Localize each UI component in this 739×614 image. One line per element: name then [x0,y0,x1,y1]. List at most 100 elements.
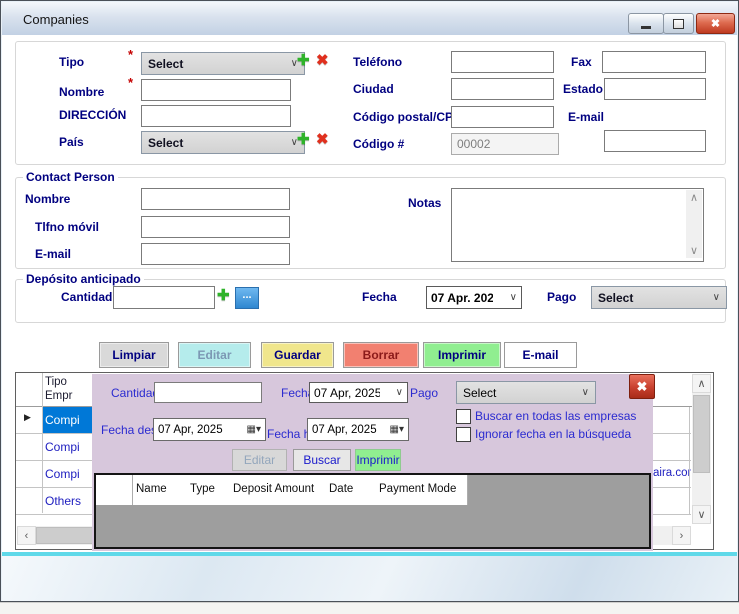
fecha-hasta-value: 07 Apr, 2025 [312,424,377,436]
nombre-required-mark: * [128,75,133,90]
contact-nombre-input[interactable] [141,188,290,210]
scrollbar-thumb[interactable] [693,395,710,473]
contact-email-input[interactable] [141,243,290,265]
grid-row-2[interactable]: Compi [45,467,93,481]
scroll-left-icon[interactable]: ‹ [17,526,36,545]
maximize-button[interactable] [663,13,694,34]
calendar-dropdown-button[interactable]: ▦▾ [390,424,404,435]
tipo-select-value: Select [148,57,183,71]
deposits-col-name[interactable]: Name [133,475,190,505]
pais-select[interactable]: Select ∨ [141,131,305,154]
pago-select-value: Select [598,291,633,305]
calendar-arrow-icon: ▾ [399,424,404,435]
notas-scrollbar[interactable]: ∧ ∨ [686,190,702,258]
add-pais-icon[interactable]: ✚ [297,130,310,148]
pais-select-value: Select [148,136,183,150]
codigo-postal-label: Código postal/CP [353,110,453,124]
scroll-down-icon[interactable]: ∨ [692,505,711,524]
minimize-button[interactable] [628,13,664,34]
grid-row-3[interactable]: Others [45,494,93,508]
fecha-label: Fecha [362,290,397,304]
telefono-input[interactable] [451,51,554,73]
limpiar-button[interactable]: Limpiar [99,342,169,368]
cantidad-input[interactable] [113,286,215,309]
deposits-col-deposit-amount[interactable]: Deposit Amount [230,475,329,505]
deposits-grid[interactable]: Name Type Deposit Amount Date Payment Mo… [94,473,651,549]
guardar-button[interactable]: Guardar [261,342,334,368]
delete-pais-icon[interactable]: ✖ [316,130,329,148]
add-tipo-icon[interactable]: ✚ [297,51,310,69]
deposits-col-date[interactable]: Date [326,475,379,505]
contact-tlfno-input[interactable] [141,216,290,238]
popup-cantidad-input[interactable] [154,382,262,403]
email-input[interactable] [604,130,706,152]
tipo-required-mark: * [128,47,133,62]
grid-email-cell[interactable]: aira.com [653,467,691,479]
fecha-hasta-picker[interactable]: 07 Apr, 2025 ▦▾ [307,418,409,441]
calendar-icon: ▦ [390,424,399,435]
scroll-right-icon[interactable]: › [672,526,691,545]
scroll-up-icon[interactable]: ∧ [692,374,711,393]
direccion-input[interactable] [141,105,291,127]
deposits-col-type[interactable]: Type [187,475,233,505]
checkbox-ignore-date[interactable] [456,427,471,442]
fecha-desde-value: 07 Apr, 2025 [158,424,223,436]
grid-row-0[interactable]: Compi [45,413,93,427]
checkbox-ignore-date-label[interactable]: Ignorar fecha en la búsqueda [475,427,631,441]
delete-tipo-icon[interactable]: ✖ [316,51,329,69]
pais-label: País [59,135,84,149]
fax-label: Fax [571,55,592,69]
chevron-down-icon: ∨ [582,387,589,398]
estado-input[interactable] [604,78,706,100]
grid-vertical-scrollbar[interactable]: ∧ ∨ [692,374,711,524]
titlebar[interactable]: Companies ✖ [2,2,737,36]
tipo-select[interactable]: Select ∨ [141,52,305,75]
popup-fecha-value: 07 Apr, 2025 [314,386,380,400]
popup-buscar-button[interactable]: Buscar [293,449,351,471]
fax-input[interactable] [602,51,706,73]
popup-close-button[interactable]: ✖ [629,374,655,399]
editar-button[interactable]: Editar [178,342,251,368]
popup-imprimir-button[interactable]: Imprimir [355,449,401,471]
contact-group-title: Contact Person [23,170,118,184]
fecha-desde-picker[interactable]: 07 Apr, 2025 ▦▾ [153,418,266,441]
imprimir-button[interactable]: Imprimir [423,342,501,368]
deposits-col-payment-mode[interactable]: Payment Mode [376,475,468,505]
popup-editar-button[interactable]: Editar [232,449,287,471]
scroll-down-icon[interactable]: ∨ [690,244,698,257]
borrar-button[interactable]: Borrar [343,342,419,368]
browse-deposits-button[interactable]: ... [235,287,259,309]
deposito-group-title: Depósito anticipado [23,272,144,286]
window-title: Companies [23,12,89,27]
contact-nombre-label: Nombre [25,192,70,206]
ciudad-input[interactable] [451,78,554,100]
checkbox-all-companies-label[interactable]: Buscar en todas las empresas [475,409,636,423]
popup-fecha-picker[interactable]: 07 Apr, 2025 ∨ [309,382,408,403]
companies-window: Companies ✖ Tipo * Select ∨ ✚ ✖ [0,0,739,602]
pago-label: Pago [547,290,576,304]
close-button[interactable]: ✖ [696,13,735,34]
chevron-down-icon: ∨ [510,292,517,303]
calendar-dropdown-button[interactable]: ▦▾ [247,424,261,435]
notas-textarea[interactable]: ∧ ∨ [451,188,704,262]
popup-pago-label: Pago [410,386,438,400]
ciudad-label: Ciudad [353,82,394,96]
row-selector-icon: ▶ [24,412,31,423]
popup-fecha-desde-label: Fecha desde [101,423,153,437]
popup-pago-select[interactable]: Select ∨ [456,381,596,404]
email-button[interactable]: E-mail [504,342,577,368]
checkbox-all-companies[interactable] [456,409,471,424]
scroll-up-icon[interactable]: ∧ [690,191,698,204]
codigo-num-input: 00002 [451,133,559,155]
nombre-input[interactable] [141,79,291,101]
codigo-postal-input[interactable] [451,106,554,128]
add-deposito-icon[interactable]: ✚ [217,286,230,304]
chevron-down-icon: ∨ [396,387,403,398]
telefono-label: Teléfono [353,55,402,69]
pago-select[interactable]: Select ∨ [591,286,727,309]
grid-row-1[interactable]: Compi [45,440,93,454]
deposit-search-popup: Cantidad Fecha 07 Apr, 2025 ∨ Pago Selec… [92,374,653,551]
fecha-picker[interactable]: 07 Apr. 2025 ∨ [426,286,522,309]
close-icon: ✖ [711,17,720,30]
contact-email-label: E-mail [35,247,71,261]
